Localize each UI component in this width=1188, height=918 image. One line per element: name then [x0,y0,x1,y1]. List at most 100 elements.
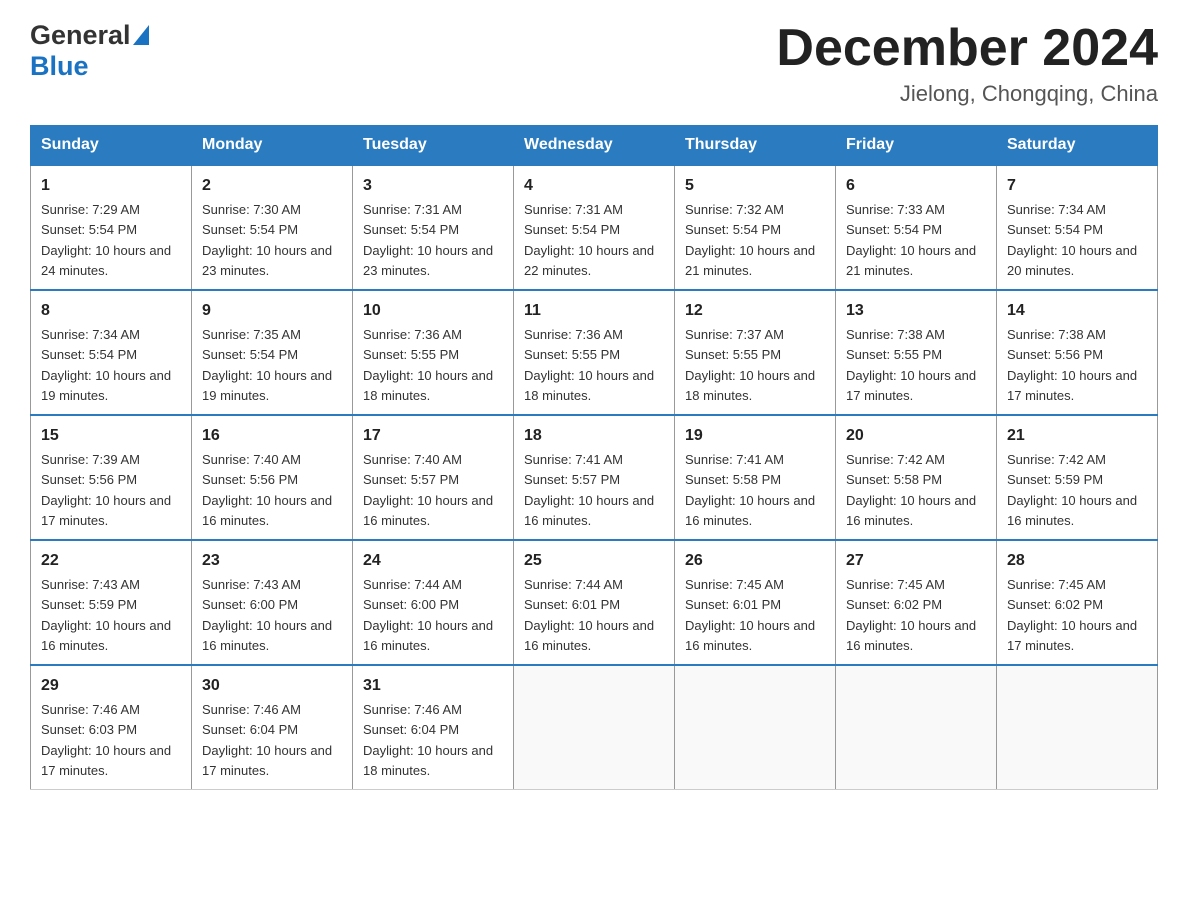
calendar-cell: 26 Sunrise: 7:45 AMSunset: 6:01 PMDayligh… [675,540,836,665]
logo: General Blue [30,20,149,82]
calendar-cell: 29 Sunrise: 7:46 AMSunset: 6:03 PMDayligh… [31,665,192,790]
calendar-cell: 28 Sunrise: 7:45 AMSunset: 6:02 PMDayligh… [997,540,1158,665]
week-row-2: 8Sunrise: 7:34 AMSunset: 5:54 PMDaylight… [31,290,1158,415]
calendar-cell: 5 Sunrise: 7:32 AMSunset: 5:54 PMDaylight… [675,165,836,290]
calendar-cell: 16 Sunrise: 7:40 AMSunset: 5:56 PMDayligh… [192,415,353,540]
day-number: 3 [363,174,503,198]
calendar-cell [675,665,836,790]
day-number: 16 [202,424,342,448]
day-info: Sunrise: 7:30 AMSunset: 5:54 PMDaylight:… [202,202,332,278]
day-info: Sunrise: 7:46 AMSunset: 6:04 PMDaylight:… [363,702,493,778]
week-row-3: 15 Sunrise: 7:39 AMSunset: 5:56 PMDayligh… [31,415,1158,540]
day-info: Sunrise: 7:41 AMSunset: 5:57 PMDaylight:… [524,452,654,528]
day-info: Sunrise: 7:45 AMSunset: 6:02 PMDaylight:… [1007,577,1137,653]
day-info: Sunrise: 7:43 AMSunset: 6:00 PMDaylight:… [202,577,332,653]
week-row-4: 22 Sunrise: 7:43 AMSunset: 5:59 PMDayligh… [31,540,1158,665]
day-info: Sunrise: 7:36 AMSunset: 5:55 PMDaylight:… [524,327,654,403]
calendar-cell: 19 Sunrise: 7:41 AMSunset: 5:58 PMDayligh… [675,415,836,540]
header-thursday: Thursday [675,126,836,166]
day-number: 30 [202,674,342,698]
calendar-cell: 2 Sunrise: 7:30 AMSunset: 5:54 PMDaylight… [192,165,353,290]
header-wednesday: Wednesday [514,126,675,166]
day-number: 15 [41,424,181,448]
day-info: Sunrise: 7:35 AMSunset: 5:54 PMDaylight:… [202,327,332,403]
day-number: 20 [846,424,986,448]
calendar-cell: 21 Sunrise: 7:42 AMSunset: 5:59 PMDayligh… [997,415,1158,540]
day-number: 13 [846,299,986,323]
header-tuesday: Tuesday [353,126,514,166]
day-number: 6 [846,174,986,198]
calendar-cell: 25Sunrise: 7:44 AMSunset: 6:01 PMDayligh… [514,540,675,665]
logo-blue-text: Blue [30,51,89,81]
calendar-cell: 14 Sunrise: 7:38 AMSunset: 5:56 PMDayligh… [997,290,1158,415]
week-row-1: 1Sunrise: 7:29 AMSunset: 5:54 PMDaylight… [31,165,1158,290]
day-number: 10 [363,299,503,323]
day-number: 18 [524,424,664,448]
calendar-cell: 17Sunrise: 7:40 AMSunset: 5:57 PMDayligh… [353,415,514,540]
title-section: December 2024 Jielong, Chongqing, China [776,20,1158,107]
calendar-cell: 15 Sunrise: 7:39 AMSunset: 5:56 PMDayligh… [31,415,192,540]
page-header: General Blue December 2024 Jielong, Chon… [30,20,1158,107]
day-info: Sunrise: 7:42 AMSunset: 5:58 PMDaylight:… [846,452,976,528]
day-info: Sunrise: 7:44 AMSunset: 6:00 PMDaylight:… [363,577,493,653]
day-info: Sunrise: 7:45 AMSunset: 6:01 PMDaylight:… [685,577,815,653]
calendar-cell: 11Sunrise: 7:36 AMSunset: 5:55 PMDayligh… [514,290,675,415]
day-info: Sunrise: 7:46 AMSunset: 6:03 PMDaylight:… [41,702,171,778]
day-info: Sunrise: 7:34 AMSunset: 5:54 PMDaylight:… [41,327,171,403]
day-info: Sunrise: 7:36 AMSunset: 5:55 PMDaylight:… [363,327,493,403]
day-number: 17 [363,424,503,448]
day-number: 2 [202,174,342,198]
day-info: Sunrise: 7:34 AMSunset: 5:54 PMDaylight:… [1007,202,1137,278]
day-info: Sunrise: 7:37 AMSunset: 5:55 PMDaylight:… [685,327,815,403]
day-number: 9 [202,299,342,323]
calendar-cell: 20 Sunrise: 7:42 AMSunset: 5:58 PMDayligh… [836,415,997,540]
day-info: Sunrise: 7:31 AMSunset: 5:54 PMDaylight:… [363,202,493,278]
calendar-cell: 23 Sunrise: 7:43 AMSunset: 6:00 PMDayligh… [192,540,353,665]
day-number: 28 [1007,549,1147,573]
day-number: 24 [363,549,503,573]
day-number: 21 [1007,424,1147,448]
day-info: Sunrise: 7:46 AMSunset: 6:04 PMDaylight:… [202,702,332,778]
day-number: 4 [524,174,664,198]
calendar-cell: 13Sunrise: 7:38 AMSunset: 5:55 PMDayligh… [836,290,997,415]
calendar-cell: 22 Sunrise: 7:43 AMSunset: 5:59 PMDayligh… [31,540,192,665]
day-number: 14 [1007,299,1147,323]
calendar-cell: 12 Sunrise: 7:37 AMSunset: 5:55 PMDayligh… [675,290,836,415]
header-saturday: Saturday [997,126,1158,166]
header-monday: Monday [192,126,353,166]
day-info: Sunrise: 7:32 AMSunset: 5:54 PMDaylight:… [685,202,815,278]
day-info: Sunrise: 7:33 AMSunset: 5:54 PMDaylight:… [846,202,976,278]
day-number: 22 [41,549,181,573]
logo-triangle-icon [133,25,149,45]
day-info: Sunrise: 7:44 AMSunset: 6:01 PMDaylight:… [524,577,654,653]
calendar-cell: 30 Sunrise: 7:46 AMSunset: 6:04 PMDayligh… [192,665,353,790]
header-row: SundayMondayTuesdayWednesdayThursdayFrid… [31,126,1158,166]
calendar-cell: 4Sunrise: 7:31 AMSunset: 5:54 PMDaylight… [514,165,675,290]
header-sunday: Sunday [31,126,192,166]
day-number: 29 [41,674,181,698]
calendar-cell: 24 Sunrise: 7:44 AMSunset: 6:00 PMDayligh… [353,540,514,665]
day-info: Sunrise: 7:43 AMSunset: 5:59 PMDaylight:… [41,577,171,653]
calendar-cell: 9 Sunrise: 7:35 AMSunset: 5:54 PMDaylight… [192,290,353,415]
calendar-cell [514,665,675,790]
day-info: Sunrise: 7:45 AMSunset: 6:02 PMDaylight:… [846,577,976,653]
day-info: Sunrise: 7:38 AMSunset: 5:56 PMDaylight:… [1007,327,1137,403]
day-number: 27 [846,549,986,573]
day-number: 5 [685,174,825,198]
calendar-cell: 18 Sunrise: 7:41 AMSunset: 5:57 PMDayligh… [514,415,675,540]
day-number: 23 [202,549,342,573]
calendar-cell: 1Sunrise: 7:29 AMSunset: 5:54 PMDaylight… [31,165,192,290]
day-info: Sunrise: 7:29 AMSunset: 5:54 PMDaylight:… [41,202,171,278]
calendar-cell: 31 Sunrise: 7:46 AMSunset: 6:04 PMDayligh… [353,665,514,790]
day-number: 26 [685,549,825,573]
day-info: Sunrise: 7:39 AMSunset: 5:56 PMDaylight:… [41,452,171,528]
calendar-title: December 2024 [776,20,1158,77]
logo-general-text: General [30,20,131,51]
day-info: Sunrise: 7:42 AMSunset: 5:59 PMDaylight:… [1007,452,1137,528]
day-number: 12 [685,299,825,323]
calendar-table: SundayMondayTuesdayWednesdayThursdayFrid… [30,125,1158,790]
day-info: Sunrise: 7:40 AMSunset: 5:56 PMDaylight:… [202,452,332,528]
day-number: 31 [363,674,503,698]
day-info: Sunrise: 7:41 AMSunset: 5:58 PMDaylight:… [685,452,815,528]
day-number: 19 [685,424,825,448]
